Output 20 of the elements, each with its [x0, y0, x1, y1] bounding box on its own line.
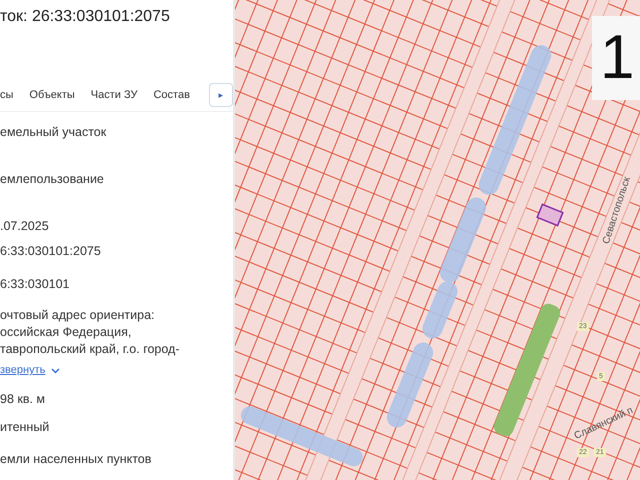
zoom-level-badge: 1 [592, 16, 640, 100]
tab[interactable]: Состав [145, 88, 198, 100]
field-value: емельный участок [0, 124, 108, 141]
tab[interactable]: Части ЗУ [82, 88, 146, 100]
parcel-title: ток: 26:33:030101:2075 [0, 7, 171, 27]
field-value: емлепользование [0, 171, 105, 188]
field-value: емли населенных пунктов [0, 451, 152, 468]
tab[interactable]: Объекты [21, 88, 83, 100]
field-value: 6:33:030101:2075 [0, 243, 102, 260]
address-line: тавропольский край, г.о. город- [0, 341, 181, 358]
field-value: .07.2025 [0, 218, 50, 235]
collapse-link[interactable]: звернуть [0, 362, 60, 379]
tab[interactable]: сы [0, 88, 22, 100]
address-line: оссийская Федерация, [0, 324, 132, 341]
field-value: 98 кв. м [0, 391, 46, 408]
tab-scroll-button[interactable]: ▸ [209, 82, 233, 106]
field-value: 6:33:030101 [0, 276, 71, 293]
chevron-icon [51, 368, 60, 374]
field-value: итенный [0, 419, 50, 436]
address-line: очтовый адрес ориентира: [0, 307, 156, 324]
